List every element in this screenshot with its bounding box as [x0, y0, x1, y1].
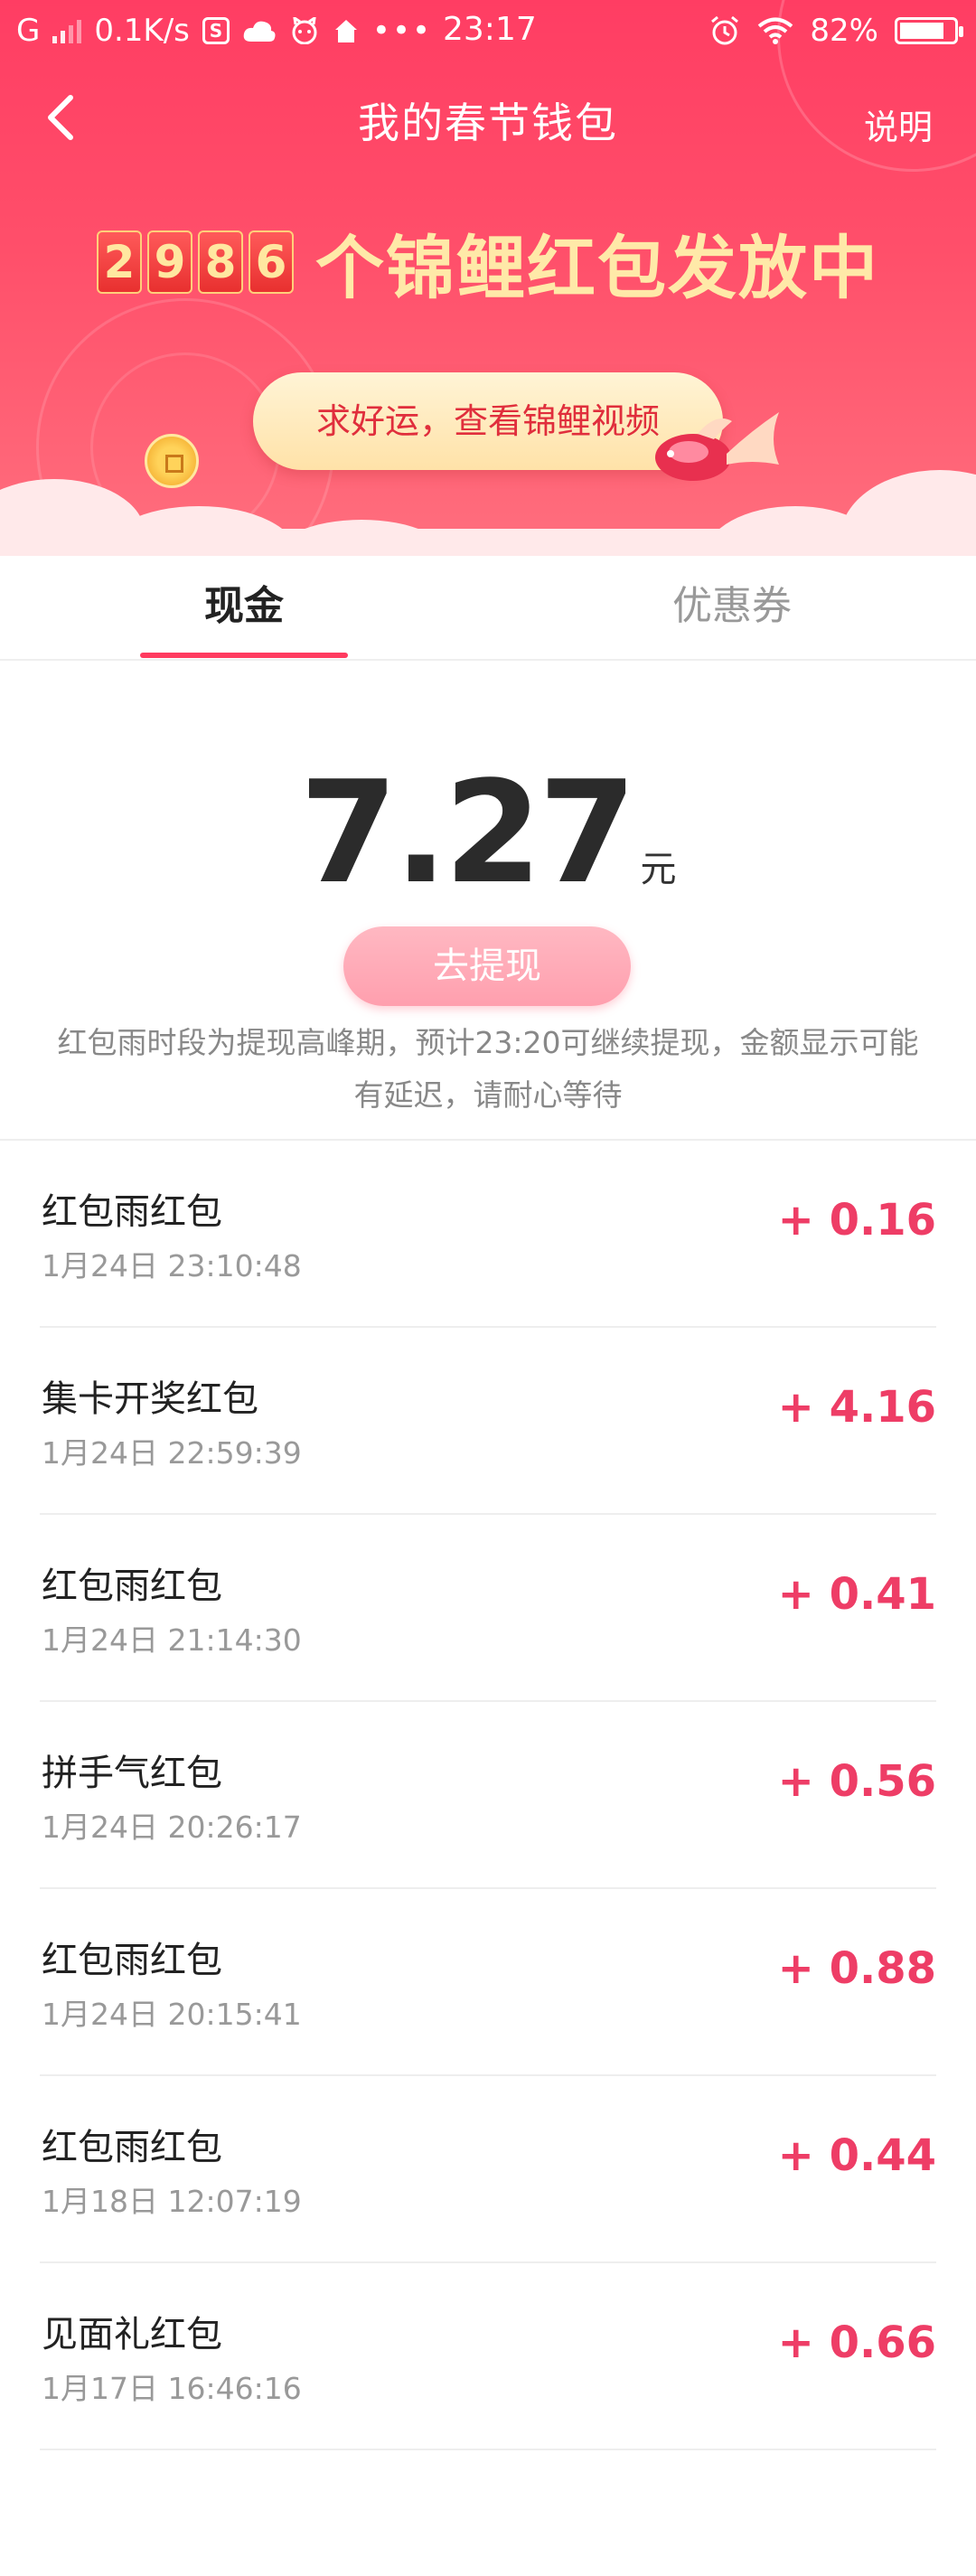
withdraw-notice: 红包雨时段为提现高峰期，预计23:20可继续提现，金额显示可能有延迟，请耐心等待: [57, 1025, 919, 1113]
counter-digit: 2: [97, 230, 142, 294]
help-link[interactable]: 说明: [864, 99, 933, 149]
tab-bar: 现金 优惠券: [0, 556, 976, 661]
withdraw-button[interactable]: 去提现: [343, 926, 631, 1006]
battery-level: [900, 23, 943, 39]
counter-digit: 8: [198, 230, 243, 294]
transaction-time: 1月24日 23:10:48: [42, 1248, 302, 1283]
cloud-icon: [243, 21, 276, 42]
cat-icon: [292, 17, 317, 44]
header-banner: G 0.1K/s S ••• 23:17 82% 我的春节钱包 说明 2 9 8…: [0, 0, 976, 556]
transaction-title: 红包雨红包: [42, 1191, 222, 1233]
transaction-time: 1月24日 21:14:30: [42, 1622, 302, 1658]
network-speed: 0.1K/s: [94, 13, 190, 49]
home-icon: [334, 20, 357, 42]
koi-counter: 2 9 8 6 个锦鲤红包发放中: [0, 212, 976, 312]
balance-display: 7.27 元: [0, 750, 976, 915]
transaction-time: 1月24日 20:26:17: [42, 1810, 302, 1845]
tab-coupon[interactable]: 优惠券: [628, 556, 836, 661]
transaction-time: 1月17日 16:46:16: [42, 2371, 302, 2406]
transaction-amount: + 4.16: [777, 1382, 936, 1433]
transaction-title: 见面礼红包: [42, 2314, 222, 2355]
transaction-title: 拼手气红包: [42, 1753, 222, 1794]
transaction-title: 红包雨红包: [42, 1940, 222, 1981]
list-item: 拼手气红包 1月24日 20:26:17 + 0.56: [0, 1702, 976, 1889]
clock: 23:17: [443, 11, 537, 48]
cloud-decoration: [0, 529, 976, 556]
signal-icon: [52, 18, 82, 43]
list-item: 红包雨红包 1月24日 23:10:48 + 0.16: [0, 1141, 976, 1328]
divider: [40, 2449, 936, 2450]
list-item: 红包雨红包 1月24日 21:14:30 + 0.41: [0, 1515, 976, 1702]
transaction-time: 1月24日 22:59:39: [42, 1435, 302, 1471]
counter-label: 个锦鲤红包发放中: [315, 228, 879, 308]
s-app-icon: S: [202, 17, 230, 44]
active-tab-indicator: [140, 653, 348, 658]
page-title: 我的春节钱包: [358, 99, 618, 147]
transaction-amount: + 0.41: [777, 1569, 936, 1620]
wifi-icon: [758, 17, 793, 44]
more-dots-icon: •••: [371, 13, 433, 49]
nav-bar: 我的春节钱包 说明: [0, 72, 976, 163]
balance-amount: 7.27: [299, 750, 637, 915]
transaction-title: 集卡开奖红包: [42, 1378, 258, 1420]
status-bar: G 0.1K/s S ••• 23:17 82%: [0, 0, 976, 65]
transaction-amount: + 0.66: [777, 2317, 936, 2368]
transaction-title: 红包雨红包: [42, 1565, 222, 1607]
transaction-time: 1月18日 12:07:19: [42, 2184, 302, 2219]
transaction-amount: + 0.16: [777, 1195, 936, 1246]
coin-icon: [145, 434, 199, 488]
transaction-amount: + 0.44: [777, 2130, 936, 2181]
balance-unit: 元: [640, 849, 677, 890]
counter-digit: 9: [147, 230, 192, 294]
alarm-icon: [711, 15, 739, 45]
transaction-title: 红包雨红包: [42, 2127, 222, 2168]
transaction-time: 1月24日 20:15:41: [42, 1997, 302, 2032]
transaction-list: 红包雨红包 1月24日 23:10:48 + 0.16 集卡开奖红包 1月24日…: [0, 1141, 976, 2450]
list-item: 集卡开奖红包 1月24日 22:59:39 + 4.16: [0, 1328, 976, 1515]
list-item: 见面礼红包 1月17日 16:46:16 + 0.66: [0, 2263, 976, 2450]
tab-cash[interactable]: 现金: [140, 556, 348, 661]
list-item: 红包雨红包 1月24日 20:15:41 + 0.88: [0, 1889, 976, 2076]
list-item: 红包雨红包 1月18日 12:07:19 + 0.44: [0, 2076, 976, 2263]
network-type: G: [16, 13, 41, 49]
koi-fish-icon: [655, 412, 779, 481]
transaction-amount: + 0.56: [777, 1756, 936, 1807]
transaction-amount: + 0.88: [777, 1943, 936, 1994]
counter-digit: 6: [249, 230, 294, 294]
battery-icon: [895, 17, 963, 44]
battery-percent: 82%: [810, 13, 878, 49]
